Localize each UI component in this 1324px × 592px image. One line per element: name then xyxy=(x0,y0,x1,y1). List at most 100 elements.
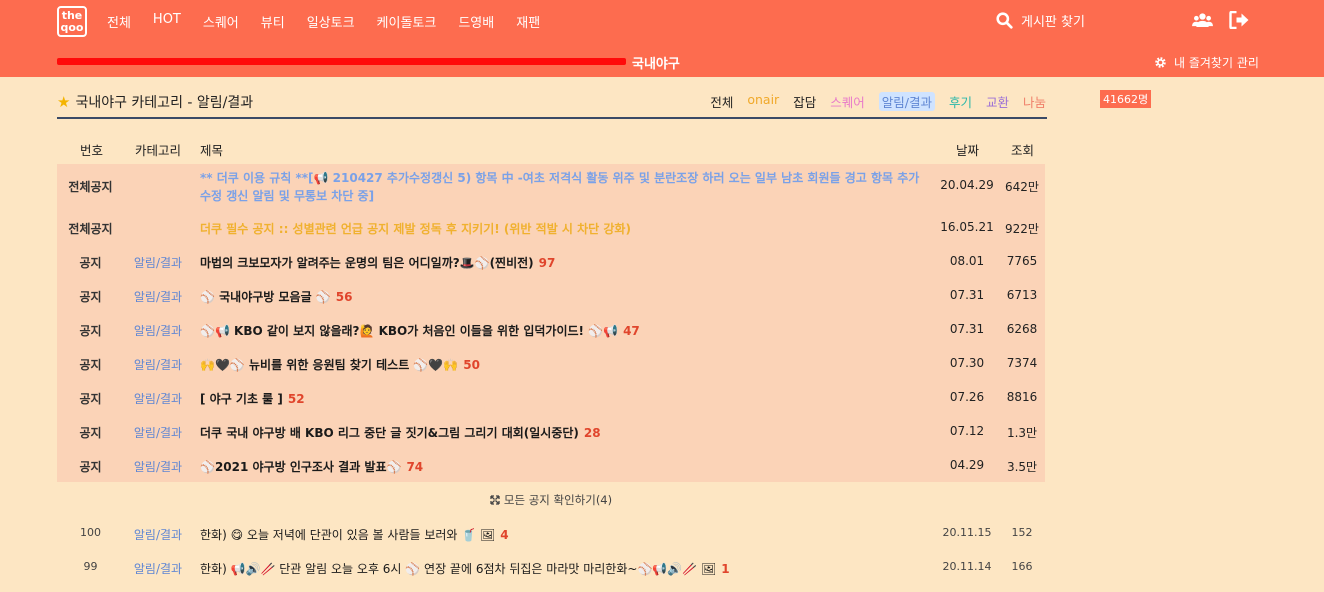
favorites-manage-link[interactable]: 내 즐겨찾기 관리 xyxy=(1154,54,1259,71)
row-title-text: ** 더쿠 이용 규칙 **[📢 210427 추가수정갱신 5) 항목 中 -… xyxy=(200,171,920,203)
row-title-text: [ 야구 기초 룰 ] xyxy=(200,392,283,406)
row-category[interactable]: 알림/결과 xyxy=(124,390,192,407)
comment-count[interactable]: 50 xyxy=(463,358,480,372)
row-views: 166 xyxy=(1011,560,1033,573)
row-views: 152 xyxy=(1011,526,1033,539)
row-views: 922만 xyxy=(1005,222,1039,236)
notice-row[interactable]: 공지 알림/결과 더쿠 국내 야구방 배 KBO 리그 중단 글 짓기&그림 그리기… xyxy=(57,414,1045,448)
main-nav: 전체 HOT 스퀘어 뷰티 일상토크 케이돌토크 드영배 재팬 xyxy=(107,12,562,31)
row-title-text: 🙌🖤⚾ 뉴비를 위한 응원팀 찾기 테스트 ⚾🖤🙌 xyxy=(200,358,459,372)
category-divider xyxy=(57,117,1047,119)
row-title[interactable]: 더쿠 국내 야구방 배 KBO 리그 중단 글 짓기&그림 그리기 대회(일시중… xyxy=(200,424,930,441)
row-number: 공지 xyxy=(79,290,102,304)
row-date: 04.29 xyxy=(949,458,985,472)
category-tab[interactable]: 스퀘어 xyxy=(830,92,865,111)
star-icon[interactable]: ★ xyxy=(57,93,70,111)
nav-beauty[interactable]: 뷰티 xyxy=(261,12,285,31)
row-number: 전체공지 xyxy=(68,222,113,236)
table-row[interactable]: 99 알림/결과 한화) 📢🔊🥢 단관 알림 오늘 오후 6시 ⚾ 연장 끝에 6점… xyxy=(57,550,1045,584)
row-title-text: 한화) 📢🔊🥢 단관 알림 오늘 오후 6시 ⚾ 연장 끝에 6점차 뒤집은 마… xyxy=(200,562,717,576)
post-table: 번호 카테고리 제목 날짜 조회 전체공지 ** 더쿠 이용 규칙 **[📢 21… xyxy=(57,130,1045,584)
category-tab[interactable]: 교환 xyxy=(986,92,1009,111)
row-views: 3.5만 xyxy=(1006,460,1038,474)
board-name[interactable]: 국내야구 xyxy=(632,53,680,72)
row-title[interactable]: ** 더쿠 이용 규칙 **[📢 210427 추가수정갱신 5) 항목 中 -… xyxy=(200,169,930,205)
nav-hot[interactable]: HOT xyxy=(153,12,181,31)
row-title[interactable]: 마법의 크보모자가 알려주는 운명의 팀은 어디일까?🎩⚾(찐비전) 97 xyxy=(200,254,930,271)
notice-row[interactable]: 공지 알림/결과 ⚾📢 KBO 같이 보지 않을래?🙋 KBO가 처음인 이들을 위… xyxy=(57,312,1045,346)
more-notice-link[interactable]: 모든 공지 확인하기(4) xyxy=(57,482,1045,516)
table-header: 번호 카테고리 제목 날짜 조회 xyxy=(57,130,1045,164)
nav-all[interactable]: 전체 xyxy=(107,12,131,31)
logo-text-bottom: qoo xyxy=(60,21,84,34)
comment-count[interactable]: 74 xyxy=(406,460,423,474)
row-category[interactable]: 알림/결과 xyxy=(124,424,192,441)
row-category[interactable]: 알림/결과 xyxy=(124,254,192,271)
row-date: 07.30 xyxy=(949,356,985,370)
board-search[interactable]: 게시판 찾기 xyxy=(996,11,1085,30)
row-number: 100 xyxy=(80,526,101,539)
table-row[interactable]: 100 알림/결과 한화) 😋 오늘 저녁에 단관이 있음 볼 사람들 보러와 🥤 … xyxy=(57,516,1045,550)
notice-row[interactable]: 전체공지 더쿠 필수 공지 :: 성별관련 언급 공지 제발 정독 후 지키기! … xyxy=(57,210,1045,244)
row-title[interactable]: ⚾2021 야구방 인구조사 결과 발표⚾ 74 xyxy=(200,458,930,475)
category-tab[interactable]: 후기 xyxy=(949,92,972,111)
notice-row[interactable]: 공지 알림/결과 ⚾2021 야구방 인구조사 결과 발표⚾ 74 04.29 3.5만 xyxy=(57,448,1045,482)
row-views: 7374 xyxy=(1006,356,1038,370)
row-title-text: 더쿠 필수 공지 :: 성별관련 언급 공지 제발 정독 후 지키기! (위반 … xyxy=(200,222,631,236)
comment-count[interactable]: 56 xyxy=(336,290,353,304)
category-tab[interactable]: onair xyxy=(747,92,779,111)
nav-daily-talk[interactable]: 일상토크 xyxy=(307,12,355,31)
nav-square[interactable]: 스퀘어 xyxy=(203,12,239,31)
row-category[interactable]: 알림/결과 xyxy=(124,322,192,339)
theqoo-logo[interactable]: the qoo xyxy=(57,6,87,37)
row-category[interactable]: 알림/결과 xyxy=(124,288,192,305)
category-tab[interactable]: 알림/결과 xyxy=(878,92,935,111)
category-tab[interactable]: 나눔 xyxy=(1023,92,1046,111)
comment-count[interactable]: 4 xyxy=(500,528,508,542)
category-tabs: 전체 onair 잡담 스퀘어 알림/결과 후기 교환 나눔 xyxy=(696,92,1046,111)
row-title[interactable]: 한화) 😋 오늘 저녁에 단관이 있음 볼 사람들 보러와 🥤 🖼 4 xyxy=(200,526,930,543)
nav-drama[interactable]: 드영배 xyxy=(458,12,494,31)
row-number: 전체공지 xyxy=(68,180,113,194)
row-title-text: 한화) 😋 오늘 저녁에 단관이 있음 볼 사람들 보러와 🥤 🖼 xyxy=(200,528,496,542)
row-title[interactable]: ⚾📢 KBO 같이 보지 않을래?🙋 KBO가 처음인 이들을 위한 입덕가이드… xyxy=(200,322,930,339)
row-title[interactable]: 🙌🖤⚾ 뉴비를 위한 응원팀 찾기 테스트 ⚾🖤🙌 50 xyxy=(200,356,930,373)
row-category[interactable]: 알림/결과 xyxy=(124,356,192,373)
comment-count[interactable]: 52 xyxy=(288,392,305,406)
row-number: 공지 xyxy=(79,358,102,372)
comment-count[interactable]: 97 xyxy=(539,256,556,270)
comment-count[interactable]: 28 xyxy=(584,426,601,440)
notice-row[interactable]: 전체공지 ** 더쿠 이용 규칙 **[📢 210427 추가수정갱신 5) 항목… xyxy=(57,164,1045,210)
top-icons xyxy=(1192,11,1250,29)
notice-row[interactable]: 공지 알림/결과 🙌🖤⚾ 뉴비를 위한 응원팀 찾기 테스트 ⚾🖤🙌 50 07.30 7… xyxy=(57,346,1045,380)
row-title[interactable]: 더쿠 필수 공지 :: 성별관련 언급 공지 제발 정독 후 지키기! (위반 … xyxy=(200,220,930,237)
row-title[interactable]: [ 야구 기초 룰 ] 52 xyxy=(200,390,930,407)
row-number: 공지 xyxy=(79,392,102,406)
favorites-manage-label: 내 즐겨찾기 관리 xyxy=(1174,56,1259,70)
row-date: 20.11.15 xyxy=(942,526,992,539)
more-notice-label: 모든 공지 확인하기(4) xyxy=(503,493,613,507)
category-tab[interactable]: 전체 xyxy=(710,92,733,111)
users-icon[interactable] xyxy=(1192,11,1213,29)
nav-kdol-talk[interactable]: 케이돌토크 xyxy=(377,12,437,31)
comment-count[interactable]: 47 xyxy=(623,324,640,338)
comment-count[interactable]: 1 xyxy=(721,562,729,576)
nav-japan[interactable]: 재팬 xyxy=(516,12,540,31)
notice-row[interactable]: 공지 알림/결과 ⚾ 국내야구방 모음글 ⚾ 56 07.31 6713 xyxy=(57,278,1045,312)
row-title[interactable]: 한화) 📢🔊🥢 단관 알림 오늘 오후 6시 ⚾ 연장 끝에 6점차 뒤집은 마… xyxy=(200,560,930,577)
notice-row[interactable]: 공지 알림/결과 [ 야구 기초 룰 ] 52 07.26 8816 xyxy=(57,380,1045,414)
row-title[interactable]: ⚾ 국내야구방 모음글 ⚾ 56 xyxy=(200,288,930,305)
row-category[interactable]: 알림/결과 xyxy=(124,526,192,543)
category-tab[interactable]: 잡담 xyxy=(793,92,816,111)
notice-row[interactable]: 공지 알림/결과 마법의 크보모자가 알려주는 운명의 팀은 어디일까?🎩⚾(찐비전… xyxy=(57,244,1045,278)
row-date: 07.12 xyxy=(949,424,985,438)
category-title: ★ 국내야구 카테고리 - 알림/결과 xyxy=(57,92,253,112)
top-bar: the qoo 전체 HOT 스퀘어 뷰티 일상토크 케이돌토크 드영배 재팬 … xyxy=(0,0,1324,77)
row-category[interactable]: 알림/결과 xyxy=(124,560,192,577)
row-date: 20.11.14 xyxy=(942,560,992,573)
row-number: 99 xyxy=(83,560,98,573)
row-date: 07.26 xyxy=(949,390,985,404)
row-views: 1.3만 xyxy=(1006,426,1038,440)
logout-icon[interactable] xyxy=(1229,11,1250,29)
row-category[interactable]: 알림/결과 xyxy=(124,458,192,475)
